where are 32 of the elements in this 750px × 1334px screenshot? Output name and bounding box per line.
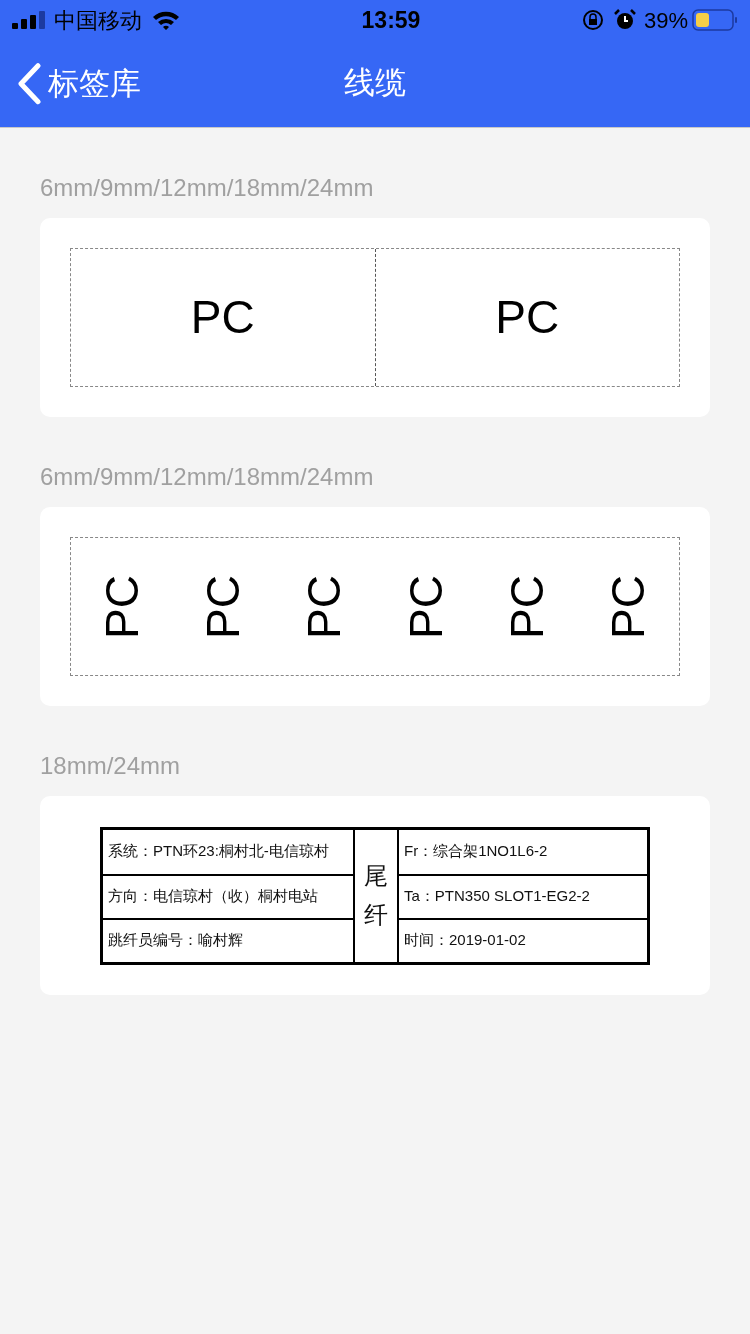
label-text: PC [301, 574, 348, 639]
page-title: 线缆 [344, 64, 406, 103]
battery-icon [692, 9, 738, 31]
signal-icon [12, 11, 46, 29]
template-card[interactable]: PC PC PC PC PC PC [40, 507, 710, 706]
label-text: PC [495, 290, 560, 345]
wifi-icon [152, 10, 180, 30]
label-text: PC [503, 574, 550, 639]
time-text: 13:59 [361, 5, 421, 35]
alarm-icon [613, 9, 636, 31]
label-text: PC [190, 290, 255, 345]
table-cell-text: 方向：电信琼村（收）桐村电站 [108, 886, 318, 907]
label-text: PC [605, 574, 652, 639]
table-cell-text: 时间：2019-01-02 [404, 930, 526, 951]
table-cell-text: 跳纤员编号：喻村辉 [108, 930, 243, 951]
table-cell-text: 尾纤 [364, 861, 388, 930]
back-chevron-icon [16, 62, 42, 105]
label-text: PC [402, 574, 449, 639]
template-card[interactable]: 系统：PTN环23:桐村北-电信琼村 方向：电信琼村（收）桐村电站 跳纤员编号：喻村辉 尾纤 Fr：综合架1NO1L6-2 Ta：PTN350 SLOT1-EG2-2 时间：2019-01-02 [40, 796, 710, 995]
rotation-lock-icon [581, 9, 604, 31]
size-label: 6mm/9mm/12mm/18mm/24mm [40, 173, 374, 203]
label-text: PC [200, 574, 246, 639]
label-text: PC [98, 574, 145, 639]
template-card[interactable]: PC PC [40, 218, 710, 417]
size-label: 6mm/9mm/12mm/18mm/24mm [40, 462, 374, 492]
size-label: 18mm/24mm [40, 751, 181, 781]
battery-text: 39% [643, 6, 688, 35]
table-cell-text: Ta：PTN350 SLOT1-EG2-2 [404, 886, 590, 907]
table-cell-text: Fr：综合架1NO1L6-2 [404, 841, 548, 862]
carrier-text: 中国移动 [54, 6, 142, 35]
table-cell-text: 系统：PTN环23:桐村北-电信琼村 [108, 841, 329, 862]
back-button[interactable]: 标签库 [16, 60, 141, 107]
